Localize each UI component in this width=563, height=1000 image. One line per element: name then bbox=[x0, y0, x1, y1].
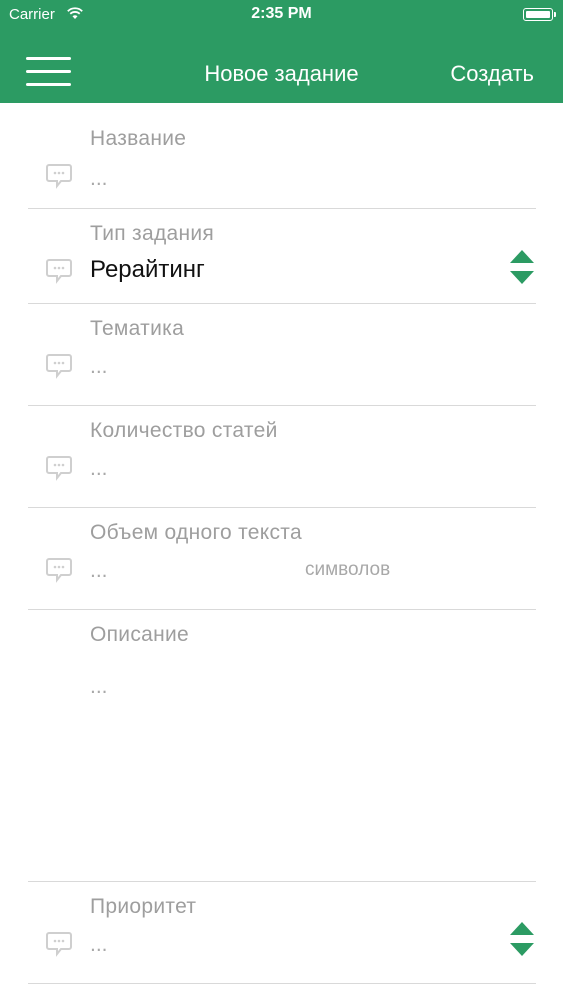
field-text-volume-label: Объем одного текста bbox=[90, 521, 302, 544]
field-text-volume-input[interactable]: ... bbox=[90, 559, 108, 583]
chat-bubble-icon bbox=[46, 558, 72, 583]
field-description-label: Описание bbox=[90, 623, 190, 646]
up-down-arrows-icon[interactable] bbox=[510, 922, 536, 958]
chat-bubble-icon bbox=[46, 456, 72, 481]
status-bar: Carrier 2:35 PM bbox=[0, 0, 563, 30]
field-task-type[interactable]: Тип задания Рерайтинг bbox=[0, 209, 563, 304]
field-priority-label: Приоритет bbox=[90, 895, 197, 918]
battery-icon bbox=[523, 8, 556, 21]
field-topic-label: Тематика bbox=[90, 317, 185, 340]
field-name[interactable]: Название ... bbox=[0, 103, 563, 209]
field-task-type-value[interactable]: Рерайтинг bbox=[90, 256, 205, 284]
divider bbox=[28, 983, 536, 984]
nav-header: Carrier 2:35 PM Новое задание Создать bbox=[0, 0, 563, 103]
field-name-input[interactable]: ... bbox=[90, 167, 108, 191]
field-topic-input[interactable]: ... bbox=[90, 355, 108, 379]
chat-bubble-icon bbox=[46, 932, 72, 957]
field-text-volume[interactable]: Объем одного текста ... символов bbox=[0, 508, 563, 610]
field-name-label: Название bbox=[90, 127, 187, 150]
field-articles-count[interactable]: Количество статей ... bbox=[0, 406, 563, 508]
chat-bubble-icon bbox=[46, 354, 72, 379]
field-description[interactable]: Описание ... bbox=[0, 610, 563, 882]
field-text-volume-units: символов bbox=[305, 559, 391, 580]
field-description-textarea[interactable]: ... bbox=[90, 675, 108, 699]
up-down-arrows-icon[interactable] bbox=[510, 250, 536, 286]
field-topic[interactable]: Тематика ... bbox=[0, 304, 563, 406]
chat-bubble-icon bbox=[46, 164, 72, 189]
clock: 2:35 PM bbox=[251, 5, 312, 22]
field-task-type-label: Тип задания bbox=[90, 222, 215, 245]
create-button[interactable]: Создать bbox=[450, 61, 534, 87]
field-priority[interactable]: Приоритет ... bbox=[0, 882, 563, 984]
field-priority-value[interactable]: ... bbox=[90, 933, 108, 957]
chat-bubble-icon bbox=[46, 259, 72, 284]
field-articles-count-label: Количество статей bbox=[90, 419, 278, 442]
field-articles-count-input[interactable]: ... bbox=[90, 457, 108, 481]
